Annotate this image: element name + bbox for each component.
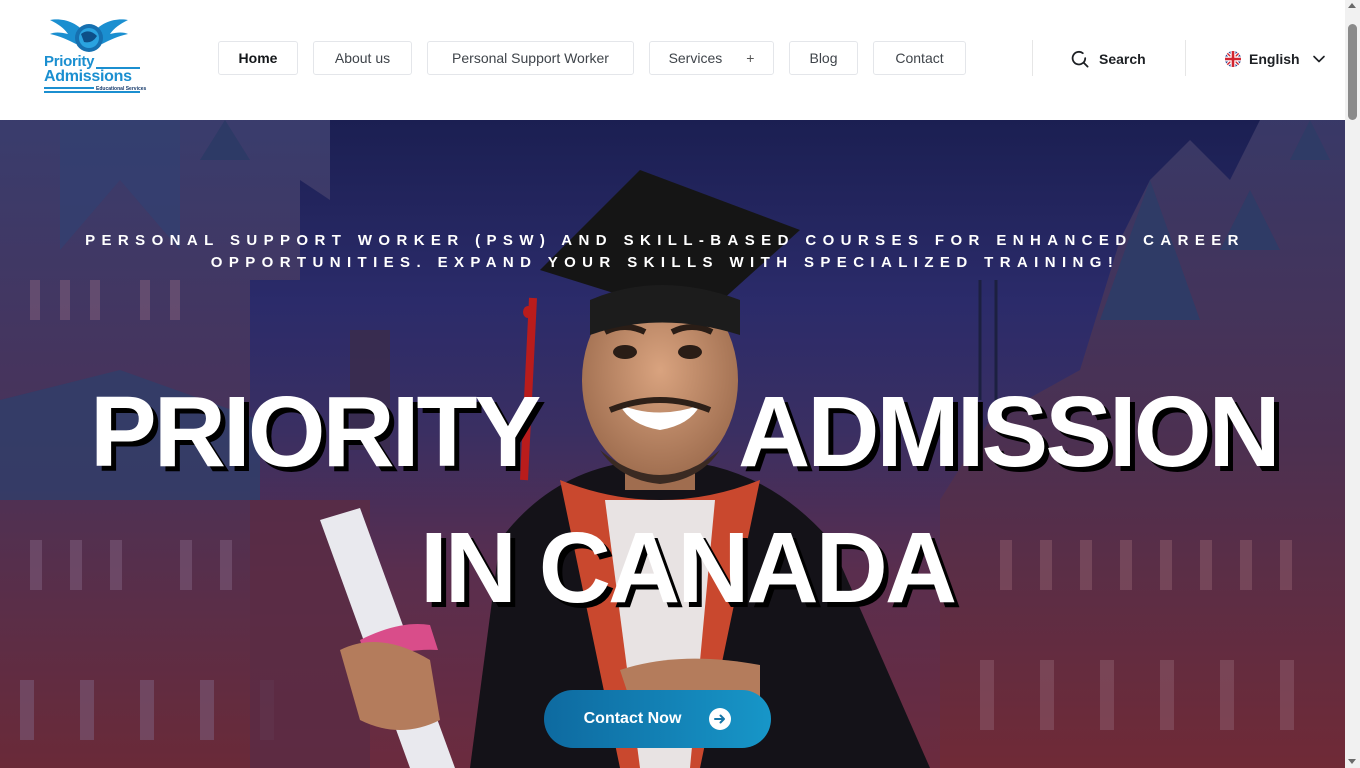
logo[interactable]: Priority Admissions Educational Services	[36, 12, 148, 96]
logo-underline-long	[44, 91, 140, 93]
site-header: Priority Admissions Educational Services…	[0, 0, 1345, 120]
header-divider-left	[1032, 40, 1033, 76]
nav-about-us-label: About us	[334, 50, 391, 66]
hero-tagline-line1: PERSONAL SUPPORT WORKER (PSW) AND SKILL-…	[85, 232, 1245, 249]
header-divider-right	[1185, 40, 1186, 76]
hero-section: PERSONAL SUPPORT WORKER (PSW) AND SKILL-…	[0, 120, 1345, 768]
uk-flag-icon	[1225, 51, 1241, 67]
nav-home[interactable]: Home	[218, 41, 298, 75]
nav-personal-support-worker[interactable]: Personal Support Worker	[427, 41, 634, 75]
search-label: Search	[1099, 51, 1146, 67]
scroll-up-arrow-icon[interactable]	[1348, 3, 1356, 8]
nav-psw-label: Personal Support Worker	[452, 50, 609, 66]
hero-tagline-line2: OPPORTUNITIES. EXPAND YOUR SKILLS WITH S…	[210, 254, 1120, 271]
language-selector[interactable]: English	[1224, 46, 1326, 72]
plus-icon[interactable]: +	[746, 50, 754, 66]
nav-blog-label: Blog	[809, 50, 838, 66]
nav-blog[interactable]: Blog	[789, 41, 858, 75]
language-label: English	[1249, 51, 1300, 67]
arrow-right-circle-icon	[709, 708, 732, 730]
search-icon	[1071, 50, 1089, 68]
nav-home-label: Home	[238, 50, 278, 66]
contact-now-label: Contact Now	[583, 710, 682, 727]
page-scrollbar[interactable]	[1345, 0, 1360, 768]
nav-about-us[interactable]: About us	[313, 41, 412, 75]
chevron-down-icon	[1312, 55, 1325, 63]
contact-now-button[interactable]: Contact Now	[544, 690, 771, 748]
hero-headline-admission: ADMISSION	[738, 376, 1281, 488]
hero-headline-in-canada: IN CANADA	[420, 512, 957, 624]
page: Priority Admissions Educational Services…	[0, 0, 1360, 768]
hero-tagline: PERSONAL SUPPORT WORKER (PSW) AND SKILL-…	[60, 230, 1270, 274]
nav-contact-label: Contact	[895, 50, 944, 66]
scrollbar-thumb[interactable]	[1348, 24, 1357, 120]
search-button[interactable]: Search	[1070, 46, 1146, 72]
nav-services[interactable]: Services +	[649, 41, 774, 75]
scroll-down-arrow-icon[interactable]	[1348, 759, 1356, 764]
logo-text-admissions: Admissions	[44, 68, 132, 85]
nav-contact[interactable]: Contact	[873, 41, 966, 75]
nav-services-label: Services	[668, 50, 723, 66]
logo-wings-icon	[50, 19, 128, 52]
logo-underline	[44, 87, 94, 89]
hero-headline-priority: PRIORITY	[90, 376, 541, 488]
